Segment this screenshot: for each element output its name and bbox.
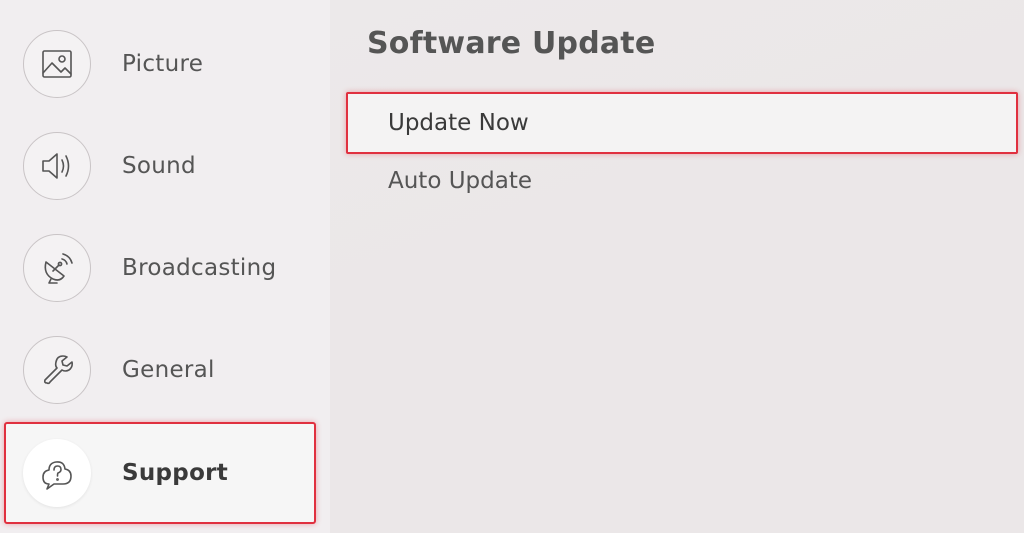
picture-icon [23,30,91,98]
option-label: Auto Update [388,168,533,194]
update-now-option[interactable]: Update Now [346,92,1018,154]
satellite-dish-icon [23,234,91,302]
sidebar-item-label: General [122,357,215,383]
sidebar-item-picture[interactable]: Picture [0,13,330,115]
main-panel: Software Update Update Now Auto Update [330,0,1024,533]
page-title: Software Update [367,26,656,61]
sidebar-item-label: Sound [122,153,196,179]
sidebar-item-sound[interactable]: Sound [0,115,330,217]
auto-update-option[interactable]: Auto Update [346,150,1018,212]
help-cloud-icon [23,439,91,507]
sidebar-item-support[interactable]: Support [4,422,316,524]
option-label: Update Now [388,110,529,136]
sidebar-item-broadcasting[interactable]: Broadcasting [0,217,330,319]
settings-sidebar: Picture Sound Broadcasting General Suppo… [0,0,330,533]
sidebar-item-general[interactable]: General [0,319,330,421]
wrench-icon [23,336,91,404]
sidebar-item-label: Broadcasting [122,255,277,281]
sidebar-item-label: Support [122,460,229,486]
speaker-icon [23,132,91,200]
sidebar-item-label: Picture [122,51,204,77]
